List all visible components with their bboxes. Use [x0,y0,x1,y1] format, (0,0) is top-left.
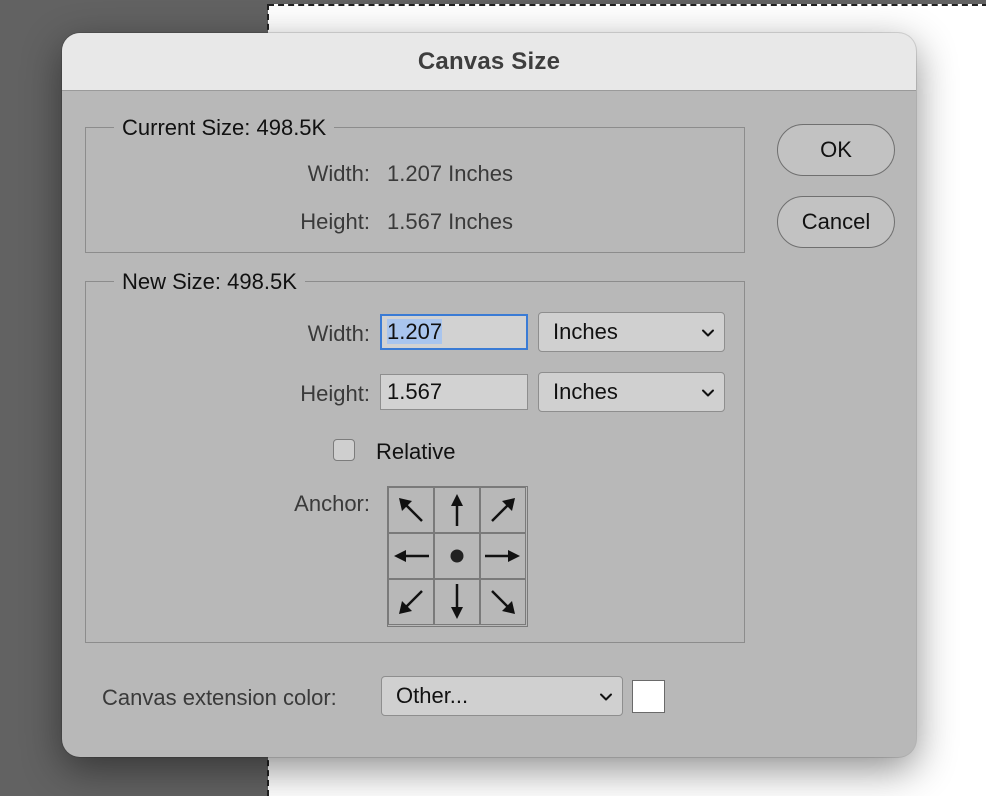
height-input[interactable]: 1.567 [380,374,528,410]
relative-label[interactable]: Relative [376,439,455,465]
extension-color-select[interactable]: Other... [381,676,623,716]
width-input-value: 1.207 [387,319,443,344]
height-unit-select[interactable]: Inches [538,372,725,412]
anchor-bottom[interactable] [434,579,480,625]
extension-color-value: Other... [396,683,469,708]
current-height-label: Height: [300,209,370,234]
width-input[interactable]: 1.207 [380,314,528,350]
extension-color-swatch[interactable] [632,680,665,713]
new-size-legend: New Size: 498.5K [114,269,305,295]
anchor-top-left[interactable] [388,487,434,533]
arrow-down-right-icon [491,590,515,614]
dialog-title: Canvas Size [417,47,561,75]
arrow-down-left-icon [399,590,423,614]
anchor-left[interactable] [388,533,434,579]
current-height-value: 1.567 Inches [387,209,513,234]
chevron-down-icon [702,389,714,397]
width-unit-value: Inches [553,319,618,344]
anchor-bottom-left[interactable] [388,579,434,625]
chevron-down-icon [702,329,714,337]
arrow-up-right-icon [491,498,515,522]
current-width-label: Width: [307,161,370,186]
cancel-button[interactable]: Cancel [777,196,895,248]
arrow-down-icon [451,584,463,619]
cancel-button-label: Cancel [801,209,871,234]
current-width-value: 1.207 Inches [387,161,513,186]
dialog-titlebar[interactable]: Canvas Size [62,33,916,91]
anchor-top[interactable] [434,487,480,533]
current-size-legend: Current Size: 498.5K [114,115,335,141]
new-width-label: Width: [307,321,370,346]
anchor-top-right[interactable] [480,487,526,533]
width-unit-select[interactable]: Inches [538,312,725,352]
canvas-marching-ants-top [268,4,986,6]
arrow-right-icon [485,550,520,562]
relative-checkbox[interactable] [333,439,355,461]
anchor-bottom-right[interactable] [480,579,526,625]
anchor-center[interactable] [434,533,480,579]
chevron-down-icon [600,693,612,701]
anchor-right[interactable] [480,533,526,579]
ok-button-label: OK [820,137,852,162]
new-height-label: Height: [300,381,370,406]
height-input-value: 1.567 [387,379,443,404]
extension-color-label: Canvas extension color: [102,685,337,710]
arrow-left-icon [394,550,429,562]
arrow-up-left-icon [399,498,423,522]
arrow-up-icon [451,494,463,526]
ok-button[interactable]: OK [777,124,895,176]
anchor-grid [387,486,528,627]
height-unit-value: Inches [553,379,618,404]
canvas-size-dialog: Canvas Size Current Size: 498.5K Width: … [62,33,916,757]
anchor-label: Anchor: [294,491,370,516]
center-dot-icon [450,549,464,563]
